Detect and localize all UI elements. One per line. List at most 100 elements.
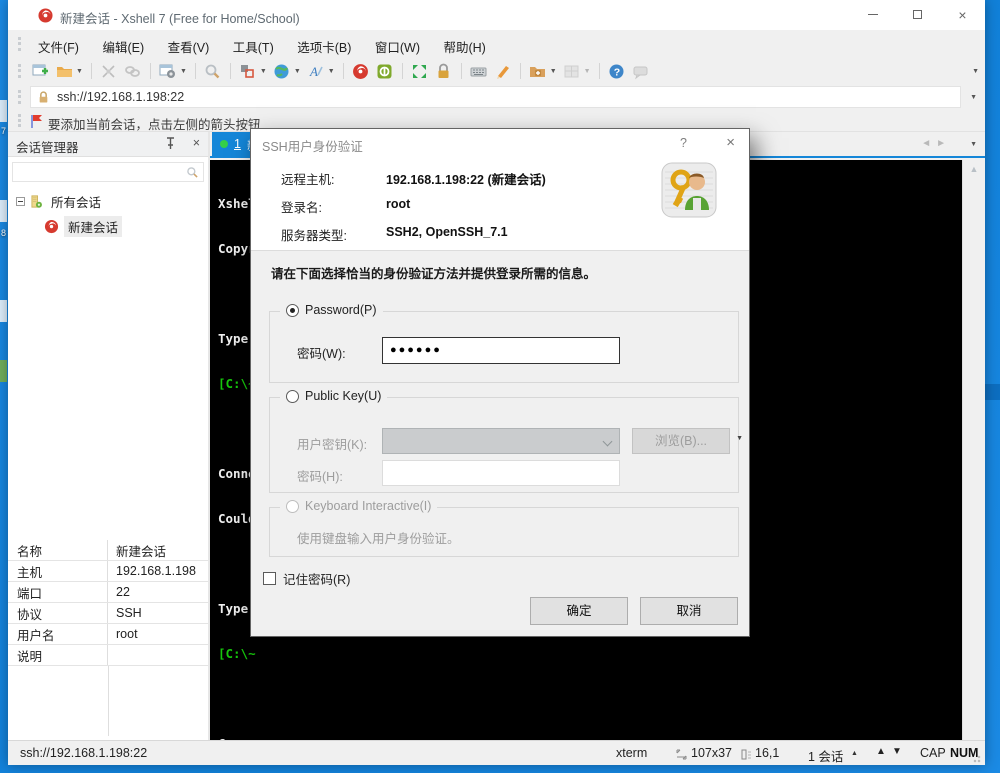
tab-scroll-right-icon[interactable]: ► [936, 138, 951, 149]
table-row[interactable]: 用户名 root [8, 624, 208, 645]
status-position[interactable]: 16,1 [755, 746, 779, 760]
session-search-input[interactable] [12, 162, 204, 182]
open-dropdown-icon[interactable]: ▼ [76, 68, 83, 75]
status-caps-lock: CAP [920, 746, 946, 760]
dialog-info-section: 远程主机: 192.168.1.198:22 (新建会话) 登录名: root … [251, 159, 749, 251]
dialog-help-icon[interactable]: ? [680, 136, 687, 150]
password-input[interactable]: ●●●●●● [382, 337, 620, 364]
terminal-scrollbar[interactable]: ▲ [962, 160, 985, 740]
toolbar-overflow-icon[interactable]: ▼ [972, 68, 979, 75]
browse-dropdown-icon[interactable]: ▼ [736, 427, 743, 451]
password-radio-label[interactable]: Password(P) [305, 303, 377, 317]
new-folder-dropdown-icon[interactable]: ▼ [550, 68, 557, 75]
prop-value: 192.168.1.198 [116, 564, 196, 578]
window-titlebar[interactable]: 新建会话 - Xshell 7 (Free for Home/School) × [8, 0, 985, 30]
message-icon [631, 61, 651, 81]
table-row[interactable]: 端口 22 [8, 582, 208, 603]
password-field-label: 密码(W): [297, 347, 346, 361]
desktop-icon-fragment [0, 100, 7, 122]
publickey-radio[interactable] [286, 389, 299, 403]
properties-dropdown-icon[interactable]: ▼ [180, 68, 187, 75]
scroll-up-button-icon[interactable]: ▲ [876, 746, 886, 757]
tile-dropdown-icon: ▼ [583, 67, 591, 75]
status-sessions[interactable]: 1 会话 [808, 746, 843, 765]
dialog-close-icon[interactable]: × [726, 134, 735, 151]
xftp-app-icon[interactable] [375, 61, 395, 81]
window-title: 新建会话 - Xshell 7 (Free for Home/School) [60, 12, 300, 26]
desktop-icon-label: 8 [1, 228, 7, 238]
separator [519, 63, 521, 79]
status-bar: ssh://192.168.1.198:22 xterm 107x37 16,1… [8, 740, 985, 765]
browse-button: 浏览(B)... ▼ [632, 428, 743, 454]
toolbar-gripper[interactable] [18, 64, 21, 78]
dialog-titlebar[interactable]: SSH用户身份验证 ? × [251, 129, 749, 159]
desktop-icon-label: 7 [1, 126, 7, 136]
highlight-pen-icon[interactable] [493, 61, 513, 81]
prop-label: 用户名 [8, 624, 108, 644]
session-properties-icon[interactable] [158, 61, 178, 81]
web-icon[interactable] [272, 61, 292, 81]
address-dropdown-icon[interactable]: ▼ [970, 94, 977, 101]
status-size[interactable]: 107x37 [691, 746, 732, 760]
cancel-button[interactable]: 取消 [640, 597, 738, 625]
remember-password-row[interactable]: 记住密码(R) [263, 569, 350, 588]
tree-item-new-session[interactable]: 新建会话 [44, 216, 123, 237]
prop-label: 端口 [8, 582, 108, 602]
find-icon[interactable] [203, 61, 223, 81]
separator [342, 63, 344, 79]
table-row[interactable]: 协议 SSH [8, 603, 208, 624]
address-lock-icon [39, 90, 48, 102]
keyboard-icon[interactable] [469, 61, 489, 81]
new-session-icon[interactable] [30, 61, 50, 81]
tab-number: 1 [234, 137, 241, 151]
toolbar-gripper[interactable] [18, 90, 21, 104]
sessions-dropdown-icon[interactable]: ▲ [851, 750, 858, 757]
layout-dropdown-icon[interactable]: ▼ [260, 68, 267, 75]
toolbar: ▼ ▼ ▼ ▼ A ▼ ▼ ▼ ? ▼ [8, 58, 985, 84]
close-button[interactable]: × [940, 0, 985, 30]
toolbar-gripper[interactable] [18, 114, 21, 127]
maximize-button[interactable] [895, 0, 940, 30]
panel-close-icon[interactable]: × [193, 136, 200, 150]
web-dropdown-icon[interactable]: ▼ [294, 68, 301, 75]
resize-grip[interactable] [973, 753, 983, 763]
remember-password-checkbox[interactable] [263, 572, 276, 585]
pin-icon[interactable] [165, 137, 176, 150]
publickey-radio-label[interactable]: Public Key(U) [305, 389, 381, 403]
layout-icon[interactable] [238, 61, 258, 81]
ok-button[interactable]: 确定 [530, 597, 628, 625]
lock-icon[interactable] [434, 61, 454, 81]
font-dropdown-icon[interactable]: ▼ [328, 68, 335, 75]
address-input[interactable]: ssh://192.168.1.198:22 [30, 86, 961, 108]
font-icon[interactable]: A [306, 61, 326, 81]
tab-scroll-left-icon[interactable]: ◄ [921, 138, 936, 149]
open-session-icon[interactable] [54, 61, 74, 81]
toolbar-gripper[interactable] [18, 37, 21, 51]
cursor-pos-icon [741, 749, 751, 760]
table-row[interactable]: 说明 [8, 645, 208, 666]
maximize-icon [913, 10, 922, 19]
new-folder-icon[interactable] [528, 61, 548, 81]
tab-list-dropdown-icon[interactable]: ▼ [970, 141, 977, 148]
tree-expander-icon[interactable] [16, 197, 25, 206]
minimize-button[interactable] [850, 0, 895, 30]
fullscreen-icon[interactable] [410, 61, 430, 81]
server-type-label: 服务器类型: [281, 229, 347, 243]
separator [598, 63, 600, 79]
prop-value: SSH [116, 606, 142, 620]
scroll-down-button-icon[interactable]: ▼ [892, 746, 902, 757]
sessions-folder-icon [31, 195, 42, 208]
status-term-type[interactable]: xterm [616, 746, 647, 760]
xshell-app-icon[interactable] [351, 61, 371, 81]
scroll-up-icon[interactable]: ▲ [963, 164, 985, 174]
table-row[interactable]: 名称 新建会话 [8, 540, 208, 561]
prop-label: 名称 [8, 540, 108, 560]
table-row[interactable]: 主机 192.168.1.198 [8, 561, 208, 582]
password-radio[interactable] [286, 303, 299, 317]
separator [401, 63, 403, 79]
tree-item-all-sessions[interactable]: 所有会话 [16, 192, 101, 211]
address-value: ssh://192.168.1.198:22 [57, 90, 185, 104]
prop-label: 说明 [8, 645, 108, 665]
help-icon[interactable]: ? [607, 61, 627, 81]
